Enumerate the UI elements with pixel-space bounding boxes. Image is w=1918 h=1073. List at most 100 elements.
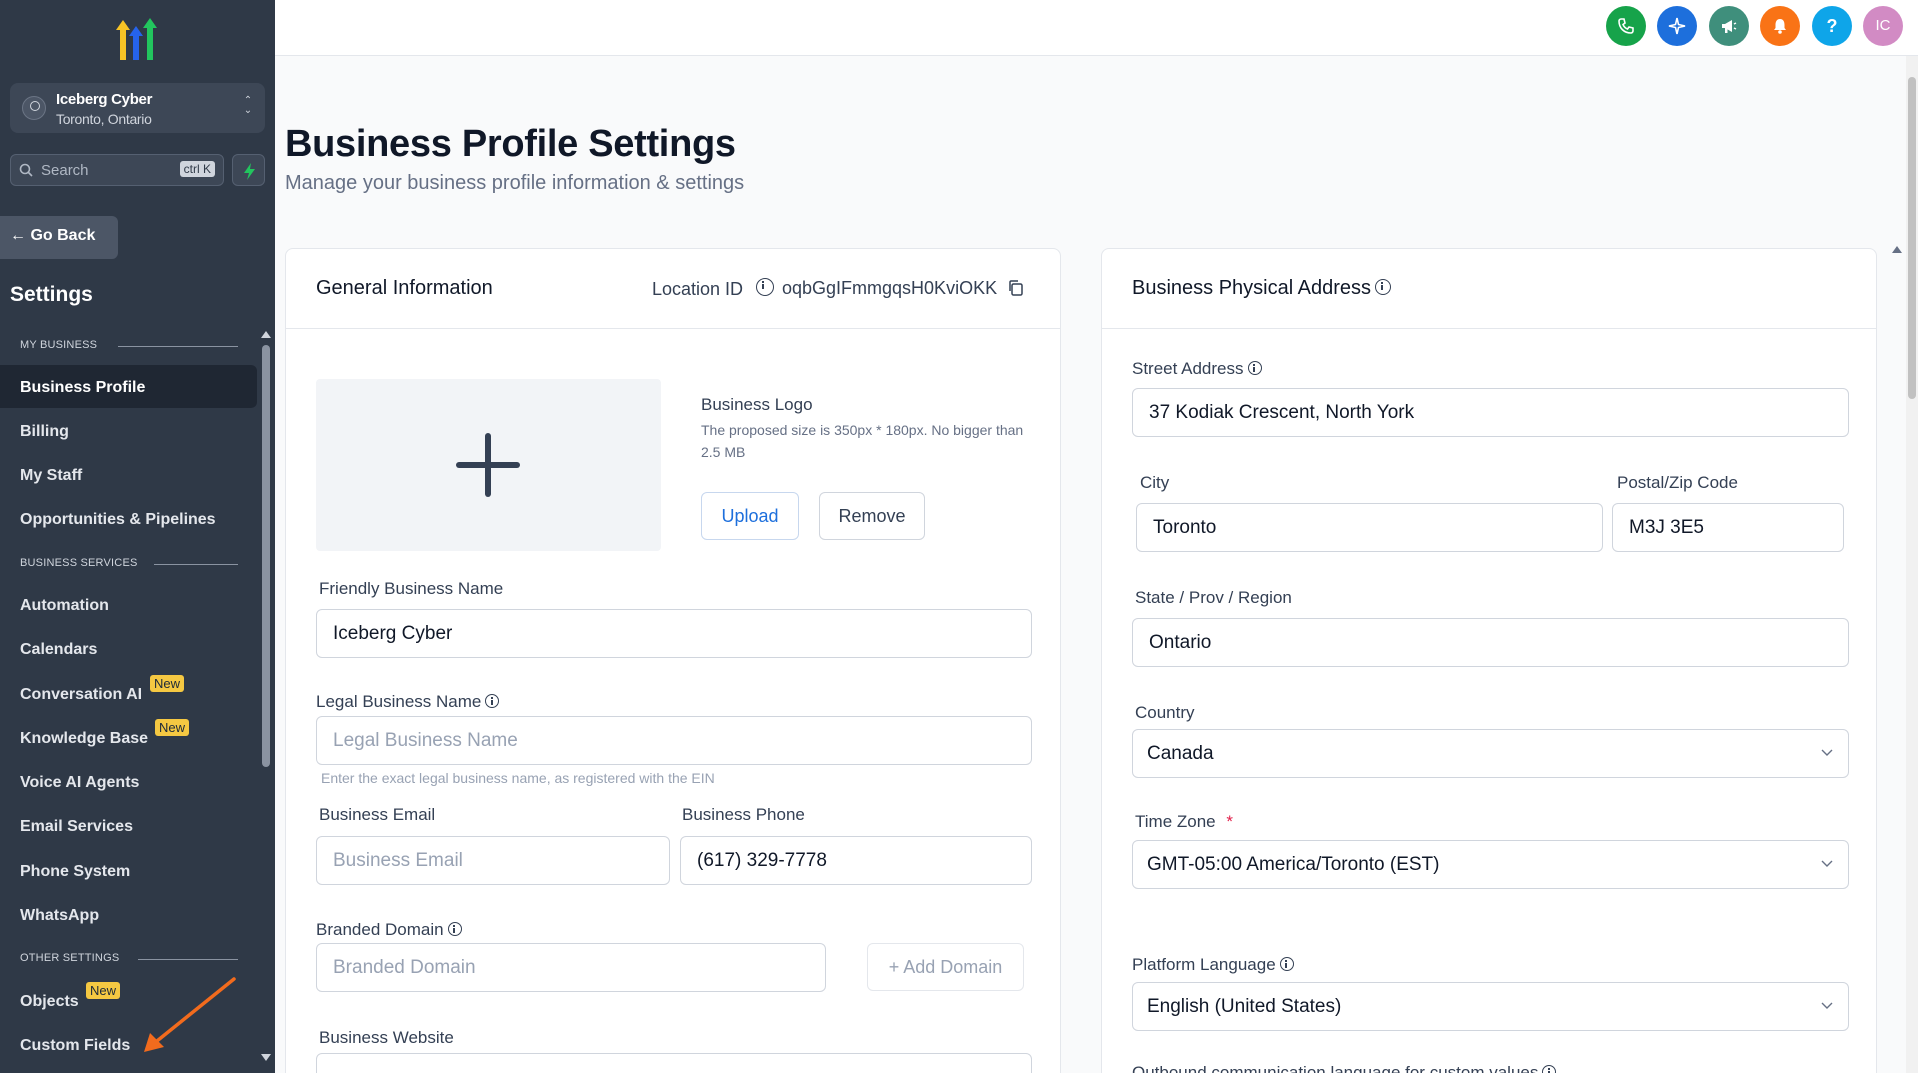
info-icon [1542,1065,1557,1073]
annotation-arrow-icon [144,977,236,1052]
phone-label: Business Phone [682,805,805,824]
sidebar-scroll-thumb[interactable] [262,345,270,767]
page-subtitle: Manage your business profile information… [285,172,745,194]
plus-icon: + [888,957,900,977]
sidebar-item-opportunities[interactable]: Opportunities & Pipelines [20,511,216,529]
logo-upload-area[interactable] [316,379,661,551]
chevron-down-icon [1821,1002,1833,1009]
scroll-down-icon[interactable] [259,1052,273,1064]
help-icon: ? [1826,16,1838,36]
search-shortcut: ctrl K [179,161,215,177]
state-label: State / Prov / Region [1135,588,1292,607]
general-information-card: General Information Location ID oqbGgIFm… [285,248,1061,1073]
section-my-business: MY BUSINESS [20,339,98,351]
section-business-services: BUSINESS SERVICES [20,557,138,569]
outbound-language-label: Outbound communication language for cust… [1132,1063,1557,1073]
sidebar-item-automation[interactable]: Automation [20,597,109,615]
sidebar-item-email-services[interactable]: Email Services [20,818,133,836]
info-icon [1375,279,1392,295]
ai-assistant-button[interactable] [1657,6,1697,46]
user-avatar-button[interactable]: IC [1863,6,1903,46]
sidebar-item-business-profile[interactable]: Business Profile [20,379,145,397]
language-value: English (United States) [1147,996,1342,1017]
account-location: Toronto, Ontario [56,111,152,127]
notifications-button[interactable] [1760,6,1800,46]
settings-title: Settings [10,283,93,306]
country-select[interactable]: Canada [1132,729,1849,778]
timezone-label: Time Zone * [1135,812,1233,832]
sidebar-item-conversation-ai[interactable]: Conversation AI [20,686,142,704]
search-input[interactable]: Search ctrl K [10,154,224,186]
domain-input[interactable]: Branded Domain [316,943,826,992]
sidebar-item-whatsapp[interactable]: WhatsApp [20,907,99,925]
sidebar-item-objects[interactable]: Objects [20,993,79,1011]
add-domain-button[interactable]: + Add Domain [867,943,1024,991]
sparkle-icon [1668,17,1686,35]
copy-icon[interactable] [1007,279,1025,297]
country-value: Canada [1147,743,1214,764]
sidebar-item-knowledge-base[interactable]: Knowledge Base [20,730,148,748]
go-back-button[interactable]: ← Go Back [0,216,118,259]
phone-button[interactable] [1606,6,1646,46]
go-back-label: Go Back [30,227,96,244]
friendly-name-label: Friendly Business Name [319,579,504,598]
timezone-value: GMT-05:00 America/Toronto (EST) [1147,854,1440,875]
remove-button[interactable]: Remove [819,492,925,540]
sidebar-item-calendars[interactable]: Calendars [20,641,97,659]
info-icon [1279,957,1294,971]
street-label-text: Street Address [1132,359,1244,378]
state-input[interactable]: Ontario [1132,618,1849,667]
website-label: Business Website [319,1028,454,1047]
legal-name-label-text: Legal Business Name [316,692,482,711]
announcements-button[interactable] [1709,6,1749,46]
logo-title: Business Logo [701,395,813,414]
street-label: Street Address [1132,359,1262,379]
sidebar-item-voice-ai[interactable]: Voice AI Agents [20,774,139,792]
plus-icon [456,433,520,497]
outbound-language-label-text: Outbound communication language for cust… [1132,1063,1539,1073]
app-logo[interactable] [112,16,164,62]
new-badge: New [86,982,121,999]
info-icon [485,694,500,708]
website-input[interactable] [316,1053,1032,1073]
help-button[interactable]: ? [1812,6,1852,46]
postal-input[interactable]: M3J 3E5 [1612,503,1844,552]
chevron-updown-icon: ⌃ ⌄ [243,95,253,116]
domain-label: Branded Domain [316,920,462,940]
phone-icon [1618,18,1634,34]
language-select[interactable]: English (United States) [1132,982,1849,1031]
email-input[interactable]: Business Email [316,836,670,885]
new-badge: New [155,719,190,736]
scroll-up-icon[interactable] [259,328,273,340]
account-name: Iceberg Cyber [56,91,153,108]
street-input[interactable]: 37 Kodiak Crescent, North York [1132,388,1849,437]
upload-button[interactable]: Upload [701,492,799,540]
sidebar-item-custom-fields[interactable]: Custom Fields [20,1037,130,1055]
business-address-card: Business Physical Address Street Address… [1101,248,1877,1073]
legal-name-label: Legal Business Name [316,692,500,712]
country-label: Country [1135,703,1195,722]
sidebar-item-billing[interactable]: Billing [20,423,69,441]
card-header: Business Physical Address [1102,249,1876,329]
location-id-value: oqbGgIFmmgqsH0KviOKK [782,278,998,298]
city-input[interactable]: Toronto [1136,503,1603,552]
phone-input[interactable]: (617) 329-7778 [680,836,1032,885]
scroll-up-icon[interactable] [1890,243,1904,255]
sidebar-item-phone-system[interactable]: Phone System [20,863,130,881]
domain-label-text: Branded Domain [316,920,444,939]
location-id-label: Location ID [652,278,775,300]
info-icon [1247,361,1262,375]
top-bar: ? IC [275,0,1918,56]
divider [118,346,238,347]
info-icon [756,278,775,296]
main-scroll-thumb[interactable] [1908,77,1916,399]
timezone-select[interactable]: GMT-05:00 America/Toronto (EST) [1132,840,1849,889]
legal-name-input[interactable]: Legal Business Name [316,716,1032,765]
add-domain-label: Add Domain [903,957,1003,977]
account-switcher[interactable]: Iceberg Cyber Toronto, Ontario ⌃ ⌄ [10,83,265,133]
friendly-name-input[interactable]: Iceberg Cyber [316,609,1032,658]
section-other-settings: OTHER SETTINGS [20,952,120,964]
logo-hint: The proposed size is 350px * 180px. No b… [701,422,1024,460]
quick-action-button[interactable] [232,154,265,186]
sidebar-item-my-staff[interactable]: My Staff [20,467,82,485]
